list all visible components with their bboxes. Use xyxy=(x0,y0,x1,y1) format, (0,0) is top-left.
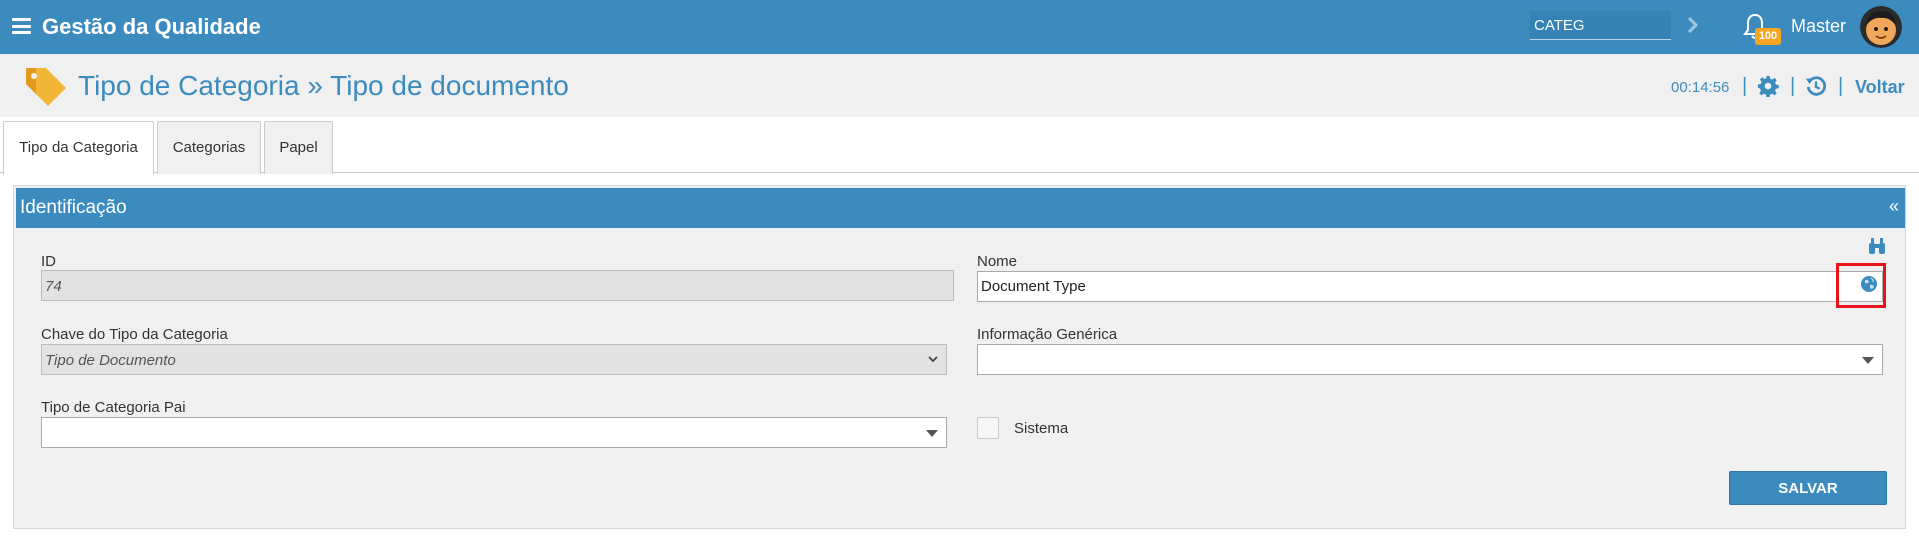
id-label: ID xyxy=(41,253,56,270)
quick-search-input[interactable] xyxy=(1530,11,1671,40)
session-timer: 00:14:56 xyxy=(1671,79,1730,96)
id-value: 74 xyxy=(45,278,62,295)
nome-input[interactable] xyxy=(977,271,1883,302)
avatar[interactable] xyxy=(1860,6,1902,48)
tab-papel[interactable]: Papel xyxy=(264,121,333,174)
history-icon[interactable] xyxy=(1805,75,1827,97)
notification-badge: 100 xyxy=(1755,28,1781,45)
chevron-down-icon xyxy=(928,356,938,363)
caret-down-icon xyxy=(1862,357,1874,364)
separator: | xyxy=(1742,75,1748,97)
chave-select: Tipo de Documento xyxy=(41,344,947,375)
back-link[interactable]: Voltar xyxy=(1855,77,1905,98)
caret-down-icon xyxy=(926,430,938,437)
menu-icon[interactable] xyxy=(12,18,31,34)
page-title: Tipo de Categoria » Tipo de documento xyxy=(78,70,569,101)
nome-label: Nome xyxy=(977,253,1018,270)
info-label: Informação Genérica xyxy=(977,326,1118,343)
chevron-right-icon[interactable] xyxy=(1686,14,1700,36)
page-header: Tipo de Categoria » Tipo de documento 00… xyxy=(0,54,1919,117)
top-bar: Gestão da Qualidade 100 Master xyxy=(0,0,1919,54)
sistema-label: Sistema xyxy=(1014,420,1069,437)
app-title: Gestão da Qualidade xyxy=(42,14,261,39)
tab-bar: Tipo da Categoria Categorias Papel xyxy=(0,117,1919,175)
separator: | xyxy=(1790,75,1796,97)
info-select[interactable] xyxy=(977,344,1883,375)
chave-value: Tipo de Documento xyxy=(45,352,176,369)
user-name[interactable]: Master xyxy=(1791,16,1846,37)
panel-header[interactable]: Identificação « xyxy=(16,188,1905,228)
highlight-box xyxy=(1836,263,1886,308)
panel-title: Identificação xyxy=(20,197,127,218)
pai-select[interactable] xyxy=(41,417,947,448)
tab-categorias[interactable]: Categorias xyxy=(157,121,261,174)
binoculars-icon[interactable] xyxy=(1867,236,1887,256)
pai-label: Tipo de Categoria Pai xyxy=(41,399,186,416)
gear-icon[interactable] xyxy=(1757,75,1779,97)
separator: | xyxy=(1838,75,1844,97)
chave-label: Chave do Tipo da Categoria xyxy=(41,326,228,343)
save-button[interactable]: SALVAR xyxy=(1729,471,1887,505)
collapse-icon[interactable]: « xyxy=(1889,196,1899,217)
tab-tipo-da-categoria[interactable]: Tipo da Categoria xyxy=(3,121,154,175)
sistema-checkbox[interactable] xyxy=(977,417,999,439)
tag-icon xyxy=(26,68,66,106)
id-field: 74 xyxy=(41,270,954,301)
